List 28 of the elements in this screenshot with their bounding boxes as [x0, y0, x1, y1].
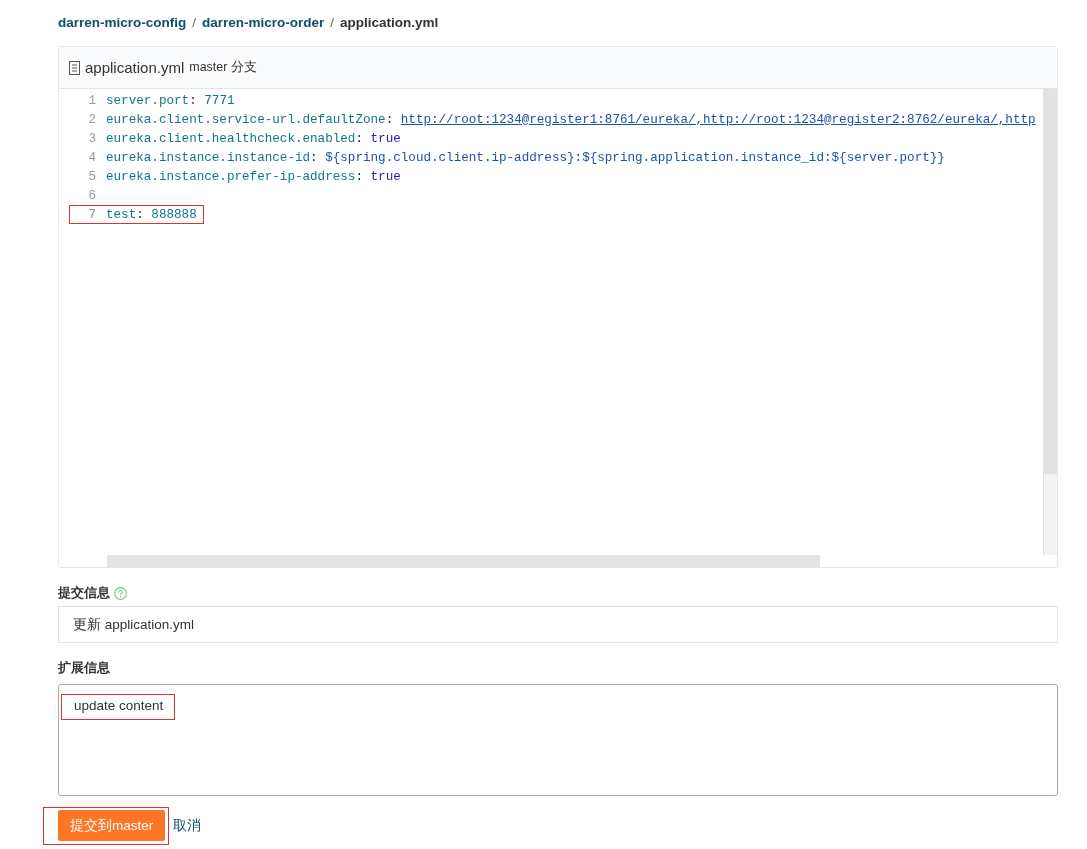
line-number: 1: [87, 93, 97, 108]
vertical-scrollbar[interactable]: [1043, 89, 1057, 555]
field-label: 扩展信息: [58, 659, 110, 677]
breadcrumb-separator: /: [330, 14, 335, 30]
code-line: eureka.instance.instance-id: ${spring.cloud.client.ip-address}:${spring.application.instance_id:${server.port}}: [106, 150, 945, 165]
line-number: 2: [87, 112, 97, 127]
commit-message-field[interactable]: 更新 application.yml: [58, 606, 1058, 643]
file-name: application.yml: [85, 59, 185, 76]
line-number: 5: [87, 169, 97, 184]
line-number: 6: [87, 188, 97, 203]
branch-label: master 分支: [189, 59, 257, 76]
line-number: 4: [87, 150, 97, 165]
code-line: server.port: 7771: [106, 93, 235, 108]
help-icon[interactable]: [114, 586, 127, 600]
code-line: test: 888888: [106, 207, 197, 222]
code-line: eureka.client.service-url.defaultZone: http://root:1234@register1:8761/eureka/,http://root:1234@register2:8762/eureka/,http: [106, 112, 1036, 127]
code-line: eureka.client.healthcheck.enabled: true: [106, 131, 401, 146]
current-file-name: application.yml: [340, 14, 439, 30]
line-number: 3: [87, 131, 97, 146]
extended-info-textarea[interactable]: update content: [58, 684, 1058, 796]
line-number: 7: [87, 207, 97, 222]
cancel-link[interactable]: 取消: [173, 817, 202, 835]
breadcrumb-separator: /: [192, 14, 197, 30]
code-line: eureka.instance.prefer-ip-address: true: [106, 169, 401, 184]
document-icon: [69, 60, 80, 75]
field-label: 提交信息: [58, 584, 110, 602]
breadcrumb-link[interactable]: darren-micro-order: [202, 14, 325, 30]
breadcrumb-link[interactable]: darren-micro-config: [58, 14, 187, 30]
